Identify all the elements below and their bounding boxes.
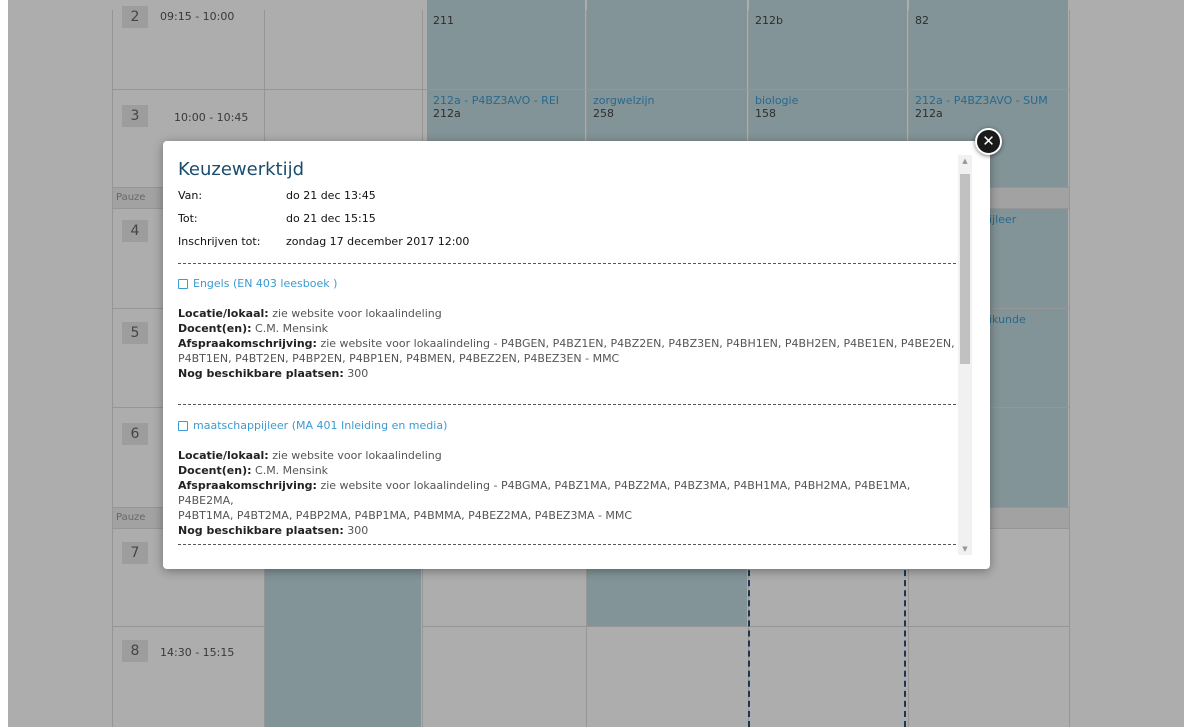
omschrijving-value: zie website voor lokaalindeling - P4BGEN…: [320, 337, 955, 350]
plaatsen-label: Nog beschikbare plaatsen:: [178, 367, 344, 380]
close-icon[interactable]: ✕: [975, 128, 1002, 155]
modal-title: Keuzewerktijd: [178, 159, 305, 180]
omschrijving-line: Afspraakomschrijving: zie website voor l…: [178, 478, 963, 508]
docent-value: C.M. Mensink: [255, 322, 329, 335]
option-checkbox-label[interactable]: maatschappijleer (MA 401 Inleiding en me…: [178, 419, 963, 432]
omschrijving-label: Afspraakomschrijving:: [178, 479, 317, 492]
locatie-label: Locatie/lokaal:: [178, 307, 269, 320]
option-maatschappijleer: maatschappijleer (MA 401 Inleiding en me…: [178, 419, 963, 538]
option-details: Locatie/lokaal: zie website voor lokaali…: [178, 306, 963, 381]
docent-label: Docent(en):: [178, 464, 252, 477]
option-title: Engels (EN 403 leesboek ): [193, 277, 338, 290]
locatie-line: Locatie/lokaal: zie website voor lokaali…: [178, 448, 963, 463]
omschrijving-line-2: P4BT1MA, P4BT2MA, P4BP2MA, P4BP1MA, P4BM…: [178, 509, 633, 522]
omschrijving-line: Afspraakomschrijving: zie website voor l…: [178, 336, 963, 351]
omschrijving-label: Afspraakomschrijving:: [178, 337, 317, 350]
meta-van: Van: do 21 dec 13:45: [178, 189, 376, 202]
tot-label: Tot:: [178, 212, 198, 225]
locatie-value: zie website voor lokaalindeling: [272, 307, 442, 320]
option-details: Locatie/lokaal: zie website voor lokaali…: [178, 448, 963, 538]
docent-line: Docent(en): C.M. Mensink: [178, 321, 963, 336]
scroll-up-arrow-icon[interactable]: ▲: [958, 155, 972, 167]
docent-line: Docent(en): C.M. Mensink: [178, 463, 963, 478]
plaatsen-line: Nog beschikbare plaatsen: 300: [178, 366, 963, 381]
omschrijving-line-2: P4BT1EN, P4BT2EN, P4BP2EN, P4BP1EN, P4BM…: [178, 352, 620, 365]
checkbox-icon[interactable]: [178, 278, 188, 289]
left-edge: [0, 0, 8, 727]
plaatsen-value: 300: [347, 367, 369, 380]
scrollbar-thumb[interactable]: [960, 174, 970, 364]
option-title: maatschappijleer (MA 401 Inleiding en me…: [193, 419, 448, 432]
docent-value: C.M. Mensink: [255, 464, 329, 477]
van-label: Van:: [178, 189, 203, 202]
modal-scroll-area[interactable]: Keuzewerktijd Van: do 21 dec 13:45 Tot: do…: [163, 141, 1123, 551]
option-engels: Engels (EN 403 leesboek ) Locatie/lokaal…: [178, 277, 963, 381]
inschrijven-value: zondag 17 december 2017 12:00: [286, 235, 470, 248]
inschrijven-label: Inschrijven tot:: [178, 235, 261, 248]
scroll-down-arrow-icon[interactable]: ▼: [958, 543, 972, 555]
locatie-label: Locatie/lokaal:: [178, 449, 269, 462]
divider: [178, 404, 956, 405]
divider: [178, 263, 956, 264]
plaatsen-value: 300: [347, 524, 369, 537]
checkbox-icon[interactable]: [178, 420, 188, 431]
tot-value: do 21 dec 15:15: [286, 212, 376, 225]
plaatsen-label: Nog beschikbare plaatsen:: [178, 524, 344, 537]
meta-tot: Tot: do 21 dec 15:15: [178, 212, 376, 225]
right-edge: [1184, 0, 1192, 727]
modal-scrollbar[interactable]: ▲ ▼: [958, 155, 972, 555]
docent-label: Docent(en):: [178, 322, 252, 335]
keuzewerktijd-modal: Keuzewerktijd Van: do 21 dec 13:45 Tot: do…: [163, 141, 990, 569]
locatie-value: zie website voor lokaalindeling: [272, 449, 442, 462]
divider: [178, 544, 956, 545]
plaatsen-line: Nog beschikbare plaatsen: 300: [178, 523, 963, 538]
van-value: do 21 dec 13:45: [286, 189, 376, 202]
meta-inschrijven: Inschrijven tot: zondag 17 december 2017 …: [178, 235, 469, 248]
locatie-line: Locatie/lokaal: zie website voor lokaali…: [178, 306, 963, 321]
option-checkbox-label[interactable]: Engels (EN 403 leesboek ): [178, 277, 963, 290]
